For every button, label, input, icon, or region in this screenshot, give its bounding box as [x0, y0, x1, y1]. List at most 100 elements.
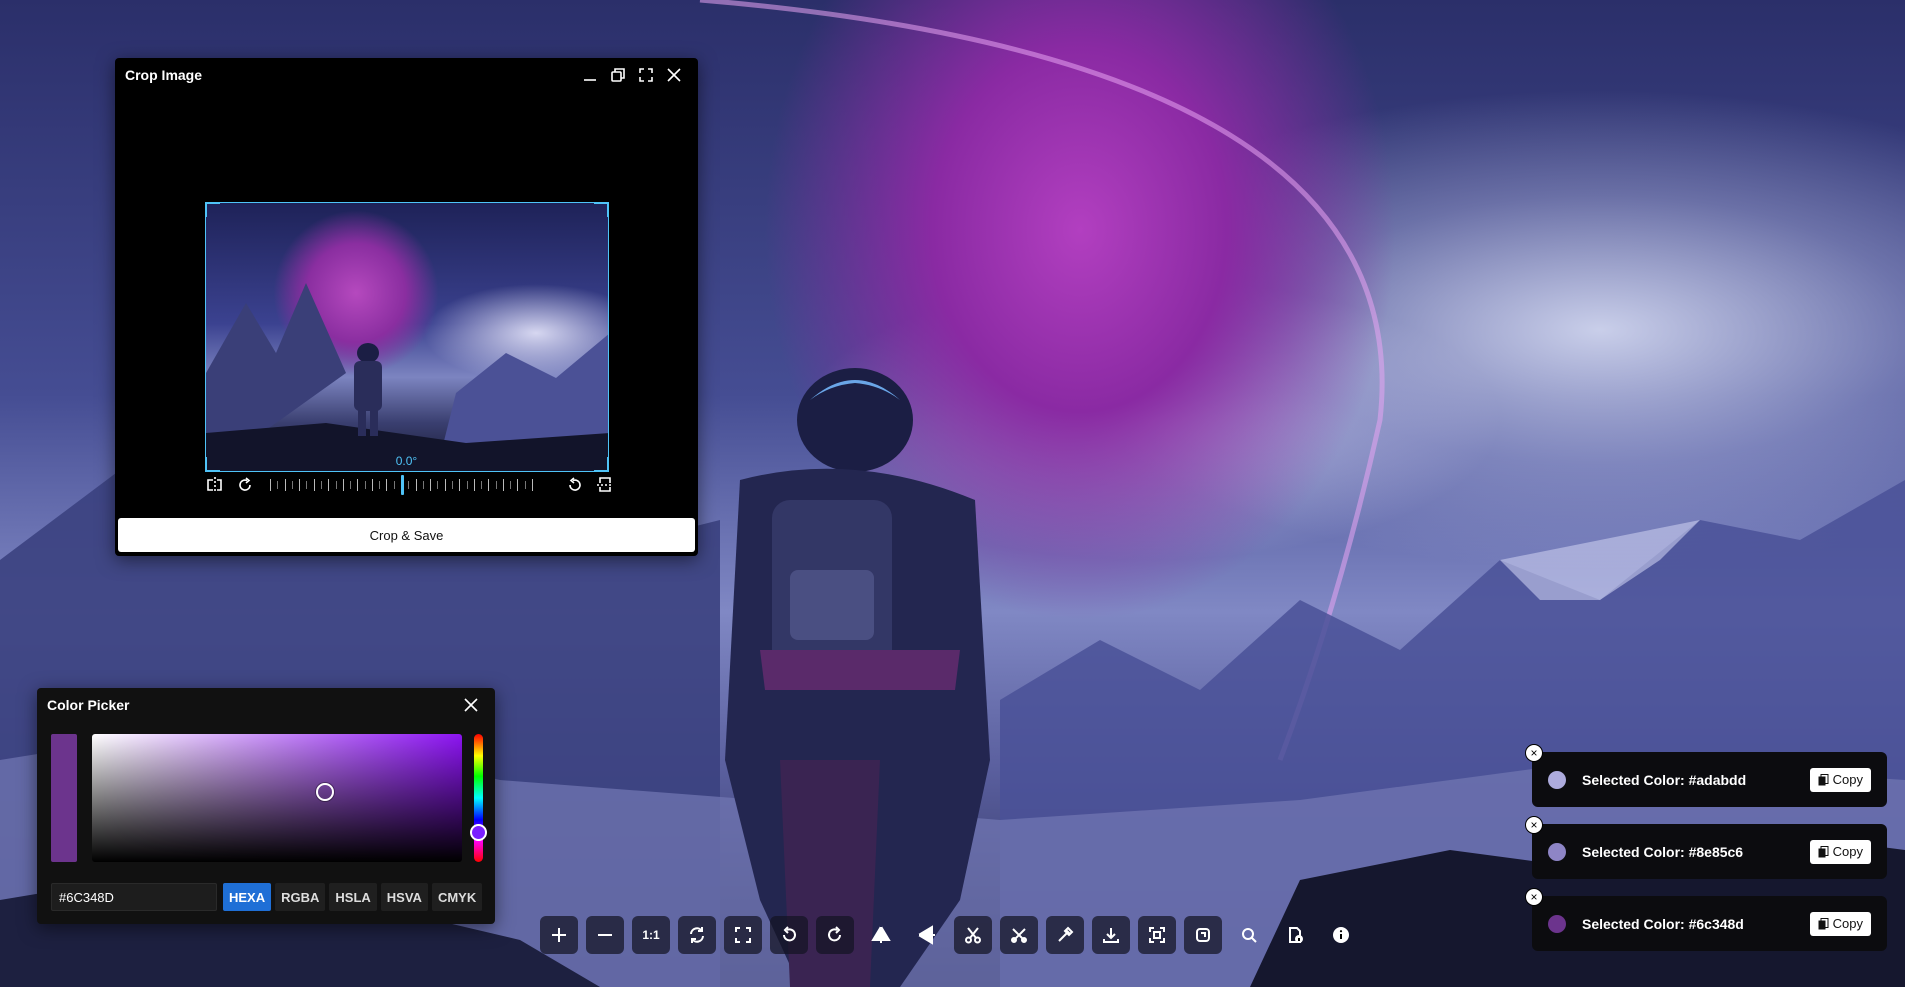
color-toast: × Selected Color: #6c348d Copy	[1525, 888, 1887, 951]
ruler-tick	[466, 481, 468, 489]
rotate-left-button[interactable]	[770, 916, 808, 954]
hue-slider[interactable]	[474, 734, 483, 862]
copy-color-button[interactable]: Copy	[1809, 839, 1871, 864]
copy-icon	[1196, 928, 1210, 942]
download-button[interactable]	[1092, 916, 1130, 954]
restore-icon[interactable]	[604, 61, 632, 89]
crop-image-window: Crop Image 0.0° Crop & Save	[115, 58, 698, 556]
flip-vertical-icon	[918, 925, 935, 945]
rotate-right-icon[interactable]	[230, 470, 260, 500]
download-icon	[1103, 928, 1119, 943]
clear-button[interactable]	[1000, 916, 1038, 954]
ruler-tick	[379, 481, 381, 489]
toast-color-dot	[1548, 770, 1566, 789]
ruler-tick	[284, 479, 286, 491]
ruler-tick	[510, 481, 512, 489]
crop-preview-image[interactable]	[205, 202, 609, 472]
color-picker-titlebar[interactable]: Color Picker	[37, 688, 495, 722]
format-tab-hsla[interactable]: HSLA	[329, 883, 377, 911]
copy-icon	[1818, 845, 1829, 857]
ruler-tick	[270, 479, 271, 491]
fit-screen-icon	[735, 927, 751, 943]
hue-slider-knob[interactable]	[470, 824, 487, 841]
ruler-tick	[532, 479, 533, 491]
color-cursor[interactable]	[316, 782, 335, 801]
ruler-tick	[357, 479, 359, 491]
format-tab-hsva[interactable]: HSVA	[380, 883, 428, 911]
copy-label: Copy	[1832, 844, 1863, 859]
zoom-out-button[interactable]	[586, 916, 624, 954]
toast-close-icon[interactable]: ×	[1525, 816, 1543, 834]
ruler-tick	[335, 481, 337, 489]
crop-preview-art	[206, 283, 608, 471]
ruler-tick	[291, 481, 293, 489]
hex-value-input[interactable]	[51, 883, 217, 911]
crop-button[interactable]	[954, 916, 992, 954]
crop-handle-top-right[interactable]	[594, 203, 608, 217]
info-icon	[1333, 927, 1349, 943]
flip-horizontal-icon[interactable]	[200, 470, 230, 500]
color-toast: × Selected Color: #8e85c6 Copy	[1525, 816, 1887, 879]
minimize-icon[interactable]	[576, 61, 604, 89]
flip-vertical-button[interactable]	[908, 916, 946, 954]
minus-icon	[598, 934, 612, 936]
fullscreen-icon[interactable]	[632, 61, 660, 89]
close-icon[interactable]	[457, 691, 485, 719]
saturation-value-area[interactable]	[92, 734, 462, 862]
info-button[interactable]	[1322, 916, 1360, 954]
ruler-tick	[459, 479, 461, 491]
toast-message: Selected Color: #adabdd	[1582, 771, 1747, 788]
toast-color-dot	[1548, 842, 1566, 861]
color-toast: × Selected Color: #adabdd Copy	[1525, 744, 1887, 807]
file-info-button[interactable]	[1276, 916, 1314, 954]
actual-size-button[interactable]: 1:1	[632, 916, 670, 954]
ruler-tick	[517, 479, 519, 491]
ruler-tick	[393, 481, 395, 489]
flip-horizontal-button[interactable]	[862, 916, 900, 954]
search-button[interactable]	[1230, 916, 1268, 954]
eyedropper-button[interactable]	[1046, 916, 1084, 954]
toast-message: Selected Color: #8e85c6	[1582, 843, 1744, 860]
format-tab-hexa[interactable]: HEXA	[223, 883, 272, 911]
rotation-needle[interactable]	[401, 475, 404, 495]
copy-image-button[interactable]	[1184, 916, 1222, 954]
copy-label: Copy	[1832, 772, 1863, 787]
plus-icon	[552, 928, 566, 942]
copy-color-button[interactable]: Copy	[1809, 911, 1871, 936]
format-tab-cmyk[interactable]: CMYK	[431, 883, 483, 911]
crop-and-save-button[interactable]: Crop & Save	[118, 518, 695, 552]
toast-color-dot	[1548, 914, 1566, 933]
format-tab-rgba[interactable]: RGBA	[275, 883, 326, 911]
ruler-tick	[371, 479, 373, 491]
rotation-angle-readout: 0.0°	[395, 454, 418, 468]
toast-close-icon[interactable]: ×	[1525, 888, 1543, 906]
ruler-tick	[408, 481, 410, 489]
copy-label: Copy	[1832, 916, 1863, 931]
crop-window-titlebar[interactable]: Crop Image	[115, 58, 698, 92]
ruler-tick	[437, 481, 439, 489]
ruler-tick	[488, 479, 490, 491]
ruler-tick	[350, 481, 352, 489]
flip-vertical-icon[interactable]	[590, 470, 620, 500]
ruler-tick	[386, 479, 388, 491]
rotate-right-button[interactable]	[816, 916, 854, 954]
copy-icon	[1818, 917, 1829, 929]
rotation-slider[interactable]	[270, 473, 550, 497]
ruler-tick	[313, 479, 315, 491]
toast-close-icon[interactable]: ×	[1525, 744, 1543, 762]
reset-rotation-icon[interactable]	[560, 470, 590, 500]
ruler-tick	[430, 479, 432, 491]
close-icon[interactable]	[660, 61, 688, 89]
ruler-tick	[364, 481, 366, 489]
reset-button[interactable]	[678, 916, 716, 954]
fit-screen-button[interactable]	[724, 916, 762, 954]
zoom-in-button[interactable]	[540, 916, 578, 954]
scan-button[interactable]	[1138, 916, 1176, 954]
toast-message: Selected Color: #6c348d	[1582, 915, 1744, 932]
crop-handle-top-left[interactable]	[206, 203, 220, 217]
ruler-tick	[451, 481, 453, 489]
ruler-tick	[320, 481, 322, 489]
image-toolbar: 1:1	[540, 916, 1360, 954]
copy-icon	[1818, 773, 1829, 785]
copy-color-button[interactable]: Copy	[1809, 767, 1871, 792]
